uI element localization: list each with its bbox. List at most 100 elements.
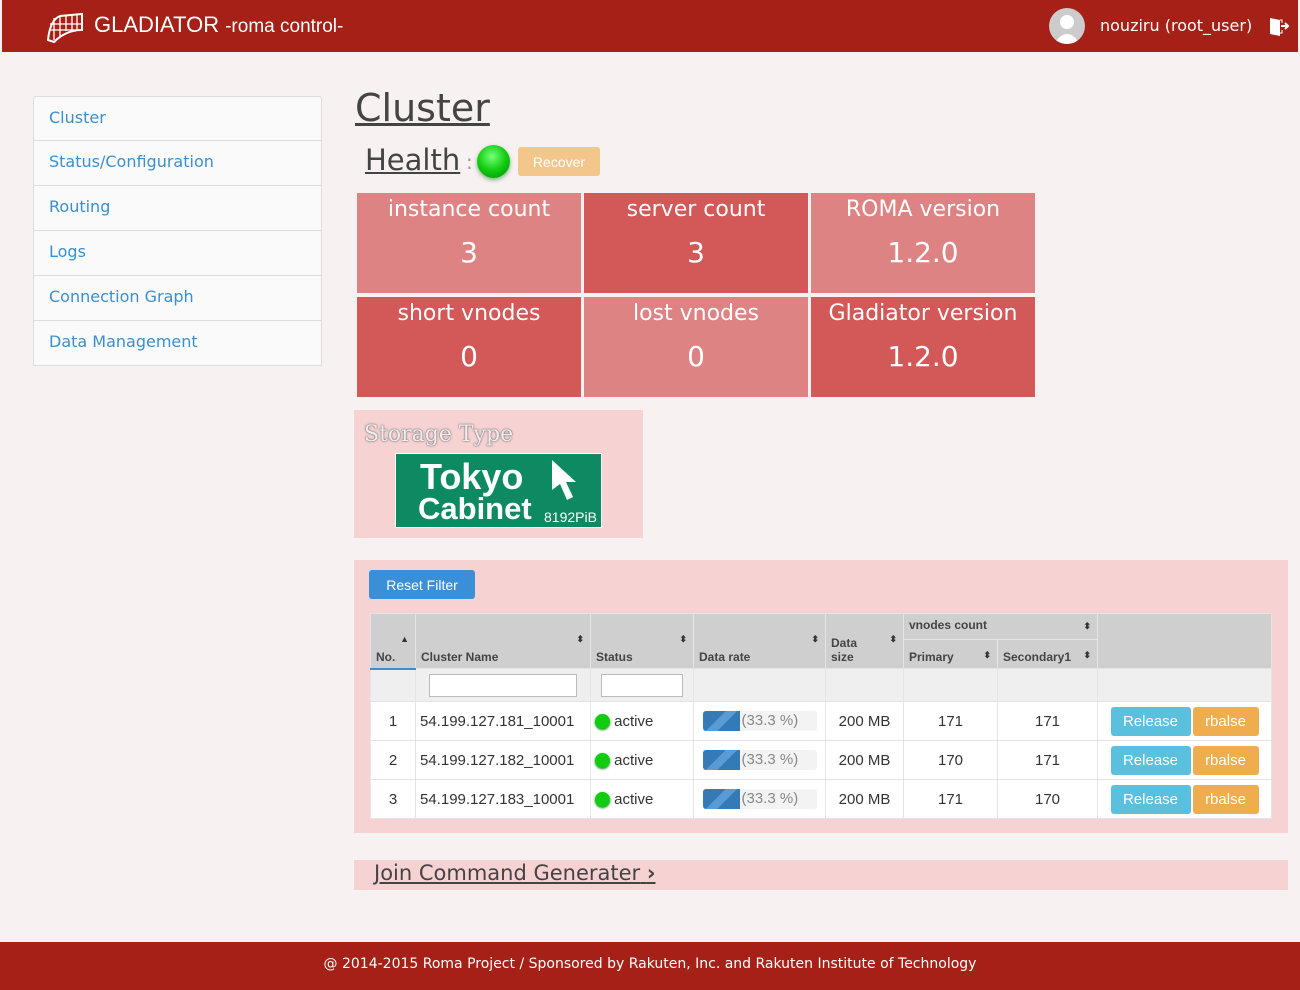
filter-cell <box>693 668 826 702</box>
cluster-table-panel: Reset Filter No. ▲ Cluster Name ⬍ Status ⬍ … <box>354 560 1288 833</box>
col-cluster-name[interactable]: Cluster Name ⬍ <box>415 613 591 669</box>
table-row: 3 54.199.127.183_10001 active (33.3 %) 2… <box>370 779 1272 819</box>
progress-text: (33.3 %) <box>741 790 799 807</box>
sidebar: Cluster Status/Configuration Routing Log… <box>33 96 322 366</box>
recover-button[interactable]: Recover <box>518 147 600 176</box>
filter-row <box>370 668 1272 702</box>
storage-type-label: Storage Type <box>364 422 514 447</box>
sidebar-item-routing[interactable]: Routing <box>33 186 322 231</box>
header-label: vnodes count <box>909 618 988 632</box>
sidebar-item-data-management[interactable]: Data Management <box>33 321 322 366</box>
stat-label: ROMA version <box>845 197 1001 222</box>
cell-primary: 171 <box>903 779 998 819</box>
table-row: 2 54.199.127.182_10001 active (33.3 %) 2… <box>370 740 1272 780</box>
stat-value: 0 <box>687 340 705 373</box>
status-text: active <box>614 790 654 808</box>
cell-cluster-name: 54.199.127.182_10001 <box>415 740 591 780</box>
stat-label: instance count <box>387 197 551 222</box>
cell-secondary1: 171 <box>997 740 1098 780</box>
stat-label: Gladiator version <box>828 301 1018 326</box>
cell-data-size: 200 MB <box>825 740 904 780</box>
filter-cell <box>415 668 591 702</box>
stat-instance-count: instance count 3 <box>357 193 581 293</box>
filter-cell <box>590 668 694 702</box>
cluster-name-filter-input[interactable] <box>429 673 577 697</box>
col-vnodes-count[interactable]: vnodes count ⬍ <box>903 613 1098 640</box>
stat-label: server count <box>626 197 766 222</box>
cell-secondary1: 170 <box>997 779 1098 819</box>
sort-icon: ⬍ <box>811 634 819 644</box>
stat-value: 0 <box>460 340 478 373</box>
progress-fill <box>702 711 741 731</box>
footer-text: @ 2014-2015 Roma Project / Sponsored by … <box>323 956 977 972</box>
table-row: 1 54.199.127.181_10001 active (33.3 %) 2… <box>370 701 1272 741</box>
cell-data-size: 200 MB <box>825 779 904 819</box>
rbalse-button[interactable]: rbalse <box>1192 706 1259 736</box>
page-title: Cluster <box>355 86 490 130</box>
header-label: Secondary1 <box>1003 650 1072 664</box>
cell-data-rate: (33.3 %) <box>693 701 826 741</box>
cell-data-size: 200 MB <box>825 701 904 741</box>
status-active-icon <box>595 753 610 769</box>
release-button[interactable]: Release <box>1110 745 1191 775</box>
filter-cell <box>370 668 416 702</box>
header-label: No. <box>376 649 396 664</box>
join-command-generator-link[interactable]: Join Command Generater › <box>374 861 656 885</box>
cell-actions: Release rbalse <box>1097 740 1272 780</box>
status-text: active <box>614 751 654 769</box>
chevron-right-icon: › <box>646 861 656 885</box>
data-rate-progress-bar: (33.3 %) <box>702 711 817 731</box>
status-active-icon <box>595 714 610 730</box>
sort-icon: ⬍ <box>1083 650 1091 660</box>
reset-filter-button[interactable]: Reset Filter <box>369 570 475 599</box>
col-actions <box>1097 613 1272 669</box>
cell-primary: 170 <box>903 740 998 780</box>
release-button[interactable]: Release <box>1110 706 1191 736</box>
logout-icon[interactable] <box>1268 15 1290 37</box>
release-button[interactable]: Release <box>1110 784 1191 814</box>
col-data-rate[interactable]: Data rate ⬍ <box>693 613 826 669</box>
cell-primary: 171 <box>903 701 998 741</box>
app-title[interactable]: GLADIATOR -roma control- <box>94 12 343 38</box>
sort-icon: ⬍ <box>983 650 991 660</box>
data-rate-progress-bar: (33.3 %) <box>702 750 817 770</box>
rbalse-button[interactable]: rbalse <box>1192 784 1259 814</box>
cell-no: 1 <box>370 701 416 741</box>
stat-short-vnodes: short vnodes 0 <box>357 297 581 397</box>
stat-gladiator-version: Gladiator version 1.2.0 <box>811 297 1035 397</box>
col-primary[interactable]: Primary ⬍ <box>903 639 998 669</box>
cell-actions: Release rbalse <box>1097 779 1272 819</box>
sidebar-item-logs[interactable]: Logs <box>33 231 322 276</box>
colosseum-logo-icon <box>46 12 83 44</box>
stat-roma-version: ROMA version 1.2.0 <box>811 193 1035 293</box>
sidebar-item-cluster[interactable]: Cluster <box>33 96 322 141</box>
user-name[interactable]: nouziru (root_user) <box>1100 16 1252 35</box>
col-no[interactable]: No. ▲ <box>370 613 416 670</box>
header-label: Status <box>596 650 633 664</box>
sidebar-item-status-configuration[interactable]: Status/Configuration <box>33 141 322 186</box>
rbalse-button[interactable]: rbalse <box>1192 745 1259 775</box>
progress-text: (33.3 %) <box>741 712 799 729</box>
cell-status: active <box>590 740 694 780</box>
stat-label: short vnodes <box>397 301 541 326</box>
sort-asc-icon: ▲ <box>400 634 409 644</box>
filter-cell <box>1097 668 1272 702</box>
cell-actions: Release rbalse <box>1097 701 1272 741</box>
cell-data-rate: (33.3 %) <box>693 740 826 780</box>
col-status[interactable]: Status ⬍ <box>590 613 694 669</box>
cell-cluster-name: 54.199.127.183_10001 <box>415 779 591 819</box>
progress-text: (33.3 %) <box>741 751 799 768</box>
join-link-label: Join Command Generater <box>374 861 641 885</box>
filter-cell <box>903 668 998 702</box>
cell-no: 3 <box>370 779 416 819</box>
status-text: active <box>614 712 654 730</box>
storage-type-panel: Storage Type Tokyo Cabinet 8192PiB <box>354 410 643 538</box>
stat-value: 1.2.0 <box>887 236 959 269</box>
arrow-cursor-icon <box>552 460 576 500</box>
status-filter-input[interactable] <box>601 673 683 697</box>
cell-no: 2 <box>370 740 416 780</box>
col-data-size[interactable]: Data size ⬍ <box>825 613 904 669</box>
col-secondary1[interactable]: Secondary1 ⬍ <box>997 639 1098 669</box>
sidebar-item-connection-graph[interactable]: Connection Graph <box>33 276 322 321</box>
user-avatar[interactable] <box>1049 8 1085 44</box>
